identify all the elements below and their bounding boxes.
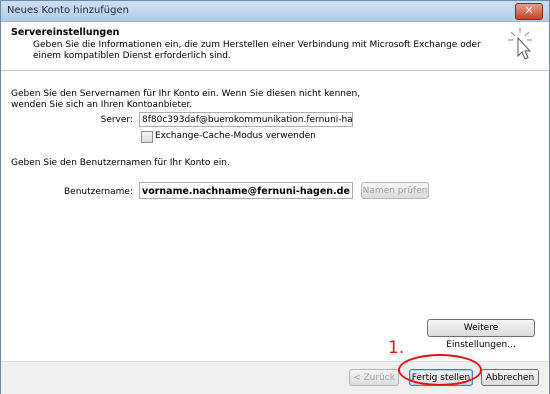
cache-mode-label[interactable]: Exchange-Cache-Modus verwenden	[155, 131, 316, 142]
more-settings-button[interactable]: Weitere Einstellungen...	[427, 319, 535, 350]
cursor-click-icon	[508, 28, 532, 60]
username-label: Benutzername:	[63, 187, 133, 197]
cache-mode-checkbox[interactable]	[141, 131, 153, 143]
header-title: Servereinstellungen	[11, 27, 120, 38]
annotation-highlight-ellipse	[398, 354, 482, 386]
username-input[interactable]: vorname.nachname@fernuni-hagen.de	[139, 182, 353, 199]
dialog-header: Servereinstellungen Geben Sie die Inform…	[1, 22, 549, 71]
cancel-button[interactable]: Abbrechen	[481, 369, 539, 386]
window-title: Neues Konto hinzufügen	[7, 5, 129, 16]
close-icon: ✕	[524, 4, 534, 17]
username-instruction: Geben Sie den Benutzernamen für Ihr Kont…	[11, 158, 230, 168]
title-bar: Neues Konto hinzufügen ✕	[1, 1, 549, 22]
check-names-button[interactable]: Namen prüfen	[361, 182, 429, 199]
server-input[interactable]: 8f80c393daf@buerokommunikation.fernuni-h…	[139, 112, 353, 127]
server-label: Server:	[100, 115, 133, 125]
server-instruction: Geben Sie den Servernamen für Ihr Konto …	[11, 89, 361, 110]
add-account-dialog: Neues Konto hinzufügen ✕ Servereinstellu…	[0, 0, 550, 394]
annotation-step-label: 1.	[388, 338, 405, 358]
close-button[interactable]: ✕	[515, 3, 543, 20]
dialog-body: Geben Sie den Servernamen für Ihr Konto …	[1, 71, 549, 361]
back-button[interactable]: < Zurück	[349, 369, 399, 386]
header-description: Geben Sie die Informationen ein, die zum…	[33, 40, 481, 61]
